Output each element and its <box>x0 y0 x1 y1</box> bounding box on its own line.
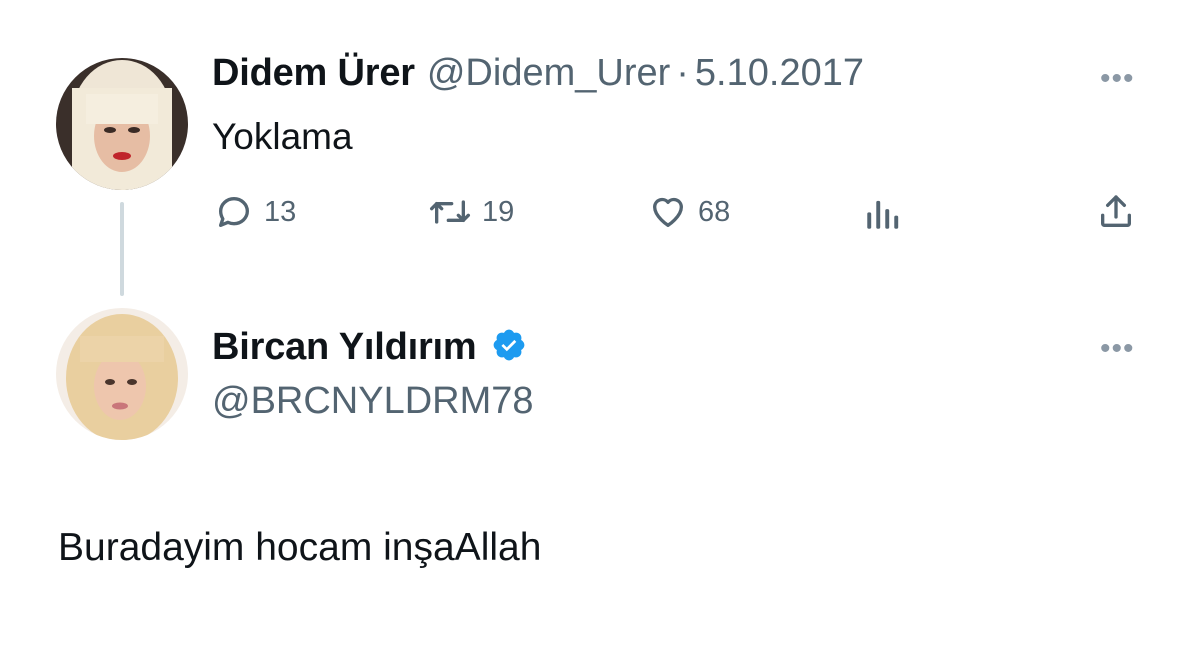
views-button[interactable] <box>862 196 902 232</box>
reply-count: 13 <box>264 195 297 228</box>
tweet-date[interactable]: 5.10.2017 <box>695 52 864 95</box>
reply-text: Buradayim hocam inşaAllah <box>58 526 542 569</box>
avatar-bircan[interactable] <box>56 308 188 440</box>
like-count: 68 <box>698 195 731 228</box>
share-icon <box>1101 195 1131 227</box>
tweet-text: Yoklama <box>212 116 353 157</box>
retweet-count: 19 <box>482 195 515 228</box>
avatar-didem[interactable] <box>56 58 188 190</box>
reply-button[interactable]: 13 <box>214 192 296 232</box>
reply-more-icon[interactable]: ••• <box>1100 332 1135 366</box>
tweet-header: Didem Ürer @Didem_Urer · 5.10.2017 <box>212 52 864 95</box>
reply-author-handle[interactable]: @BRCNYLDRM78 <box>212 380 534 423</box>
reply-header: Bircan Yıldırım <box>212 326 527 369</box>
like-button[interactable]: 68 <box>648 192 730 232</box>
thread-line <box>120 202 124 296</box>
author-handle[interactable]: @Didem_Urer <box>427 52 670 95</box>
author-name[interactable]: Didem Ürer <box>212 52 415 95</box>
retweet-icon <box>429 200 470 224</box>
retweet-button[interactable]: 19 <box>428 192 514 232</box>
reply-icon <box>219 197 249 227</box>
separator-dot: · <box>676 52 689 94</box>
reply-author-name[interactable]: Bircan Yıldırım <box>212 326 477 368</box>
more-icon[interactable]: ••• <box>1100 62 1135 96</box>
like-icon <box>653 197 683 227</box>
views-icon <box>867 200 899 229</box>
share-button[interactable] <box>1096 192 1136 232</box>
verified-badge-icon <box>493 329 525 361</box>
